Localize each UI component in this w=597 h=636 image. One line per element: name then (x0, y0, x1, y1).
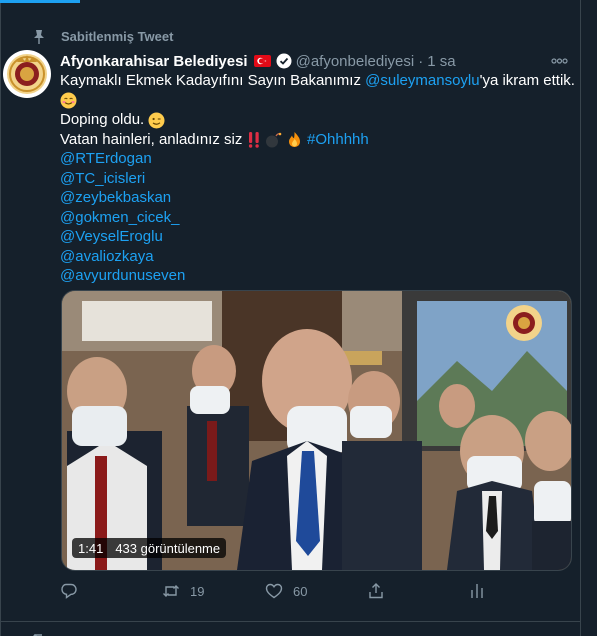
municipality-logo-icon (7, 54, 47, 94)
tweet-text-segment: 'ya ikram ettik. (479, 72, 575, 89)
mention-link[interactable]: @gokmen_cicek_ (60, 208, 570, 228)
separator-dot: · (418, 52, 424, 70)
tweet-line-2 (60, 91, 570, 111)
like-count: 60 (293, 583, 308, 599)
mention-link[interactable]: @suleymansoylu (365, 72, 479, 89)
author-name[interactable]: Afyonkarahisar Belediyesi (60, 53, 248, 70)
mention-link[interactable]: @zeybekbaskan (60, 188, 570, 208)
fire-icon (288, 132, 300, 148)
tweet-header: Afyonkarahisar Belediyesi @afyonbelediye… (60, 52, 456, 70)
tweet-text: Kaymaklı Ekmek Kadayıfını Sayın Bakanımı… (60, 71, 575, 286)
mention-link[interactable]: @avaliozkaya (60, 247, 570, 267)
verified-badge-icon (276, 53, 292, 69)
author-handle[interactable]: @afyonbelediyesi (296, 53, 415, 70)
double-exclamation-icon (248, 132, 259, 148)
pinned-label: Sabitlenmiş Tweet (61, 29, 174, 44)
bomb-icon (265, 132, 281, 148)
next-tweet-partial (32, 628, 152, 636)
tweet-divider (0, 621, 581, 622)
top-accent-line (0, 0, 80, 3)
retweet-button[interactable]: 19 (162, 580, 204, 602)
share-button[interactable] (367, 580, 385, 602)
retweet-icon (163, 585, 179, 597)
tweet-line-1: Kaymaklı Ekmek Kadayıfını Sayın Bakanımı… (60, 71, 575, 91)
heart-icon (265, 583, 283, 599)
avatar[interactable] (3, 50, 51, 98)
analytics-icon (471, 584, 483, 598)
mention-link[interactable]: @RTErdogan (60, 149, 570, 169)
analytics-button[interactable] (468, 580, 486, 602)
right-border (580, 0, 581, 636)
video-duration: 1:41 (78, 540, 104, 556)
tweet-line-3: Doping oldu. (60, 110, 570, 130)
share-icon (369, 583, 383, 599)
top-bar (0, 0, 597, 16)
winking-face-emoji-icon (148, 112, 165, 129)
video-info-badge: 1:41 433 görüntülenme (72, 538, 227, 558)
video-player[interactable]: 1:41 433 görüntülenme (61, 290, 572, 571)
pin-icon (34, 30, 44, 44)
like-button[interactable]: 60 (265, 580, 307, 602)
reply-button[interactable] (60, 580, 88, 602)
tweet-text-segment: Doping oldu. (60, 111, 145, 128)
tweet-actions: 19 60 (60, 580, 580, 602)
retweet-count: 19 (190, 583, 205, 599)
smiling-face-emoji-icon (60, 92, 77, 109)
tweet-text-segment: Vatan hainleri, anladınız siz (60, 130, 247, 148)
turkey-flag-icon (253, 55, 271, 67)
mention-link[interactable]: @VeyselEroglu (60, 227, 570, 247)
tweet-line-4: Vatan hainleri, anladınız siz #Ohhhhh (60, 130, 570, 150)
mention-link[interactable]: @TC_icisleri (60, 169, 570, 189)
more-icon[interactable] (551, 58, 568, 64)
video-thumbnail (62, 291, 571, 570)
video-views: 433 görüntülenme (115, 540, 221, 556)
tweet-time[interactable]: 1 sa (427, 53, 455, 70)
left-border (0, 0, 1, 636)
reply-icon (61, 583, 77, 599)
mention-link[interactable]: @avyurdunuseven (60, 266, 570, 286)
pinned-indicator: Sabitlenmiş Tweet (32, 28, 173, 46)
hashtag-link[interactable]: #Ohhhhh (307, 131, 369, 148)
tweet-text-segment: Kaymaklı Ekmek Kadayıfını Sayın Bakanımı… (60, 72, 366, 89)
retweet-icon (33, 634, 42, 636)
